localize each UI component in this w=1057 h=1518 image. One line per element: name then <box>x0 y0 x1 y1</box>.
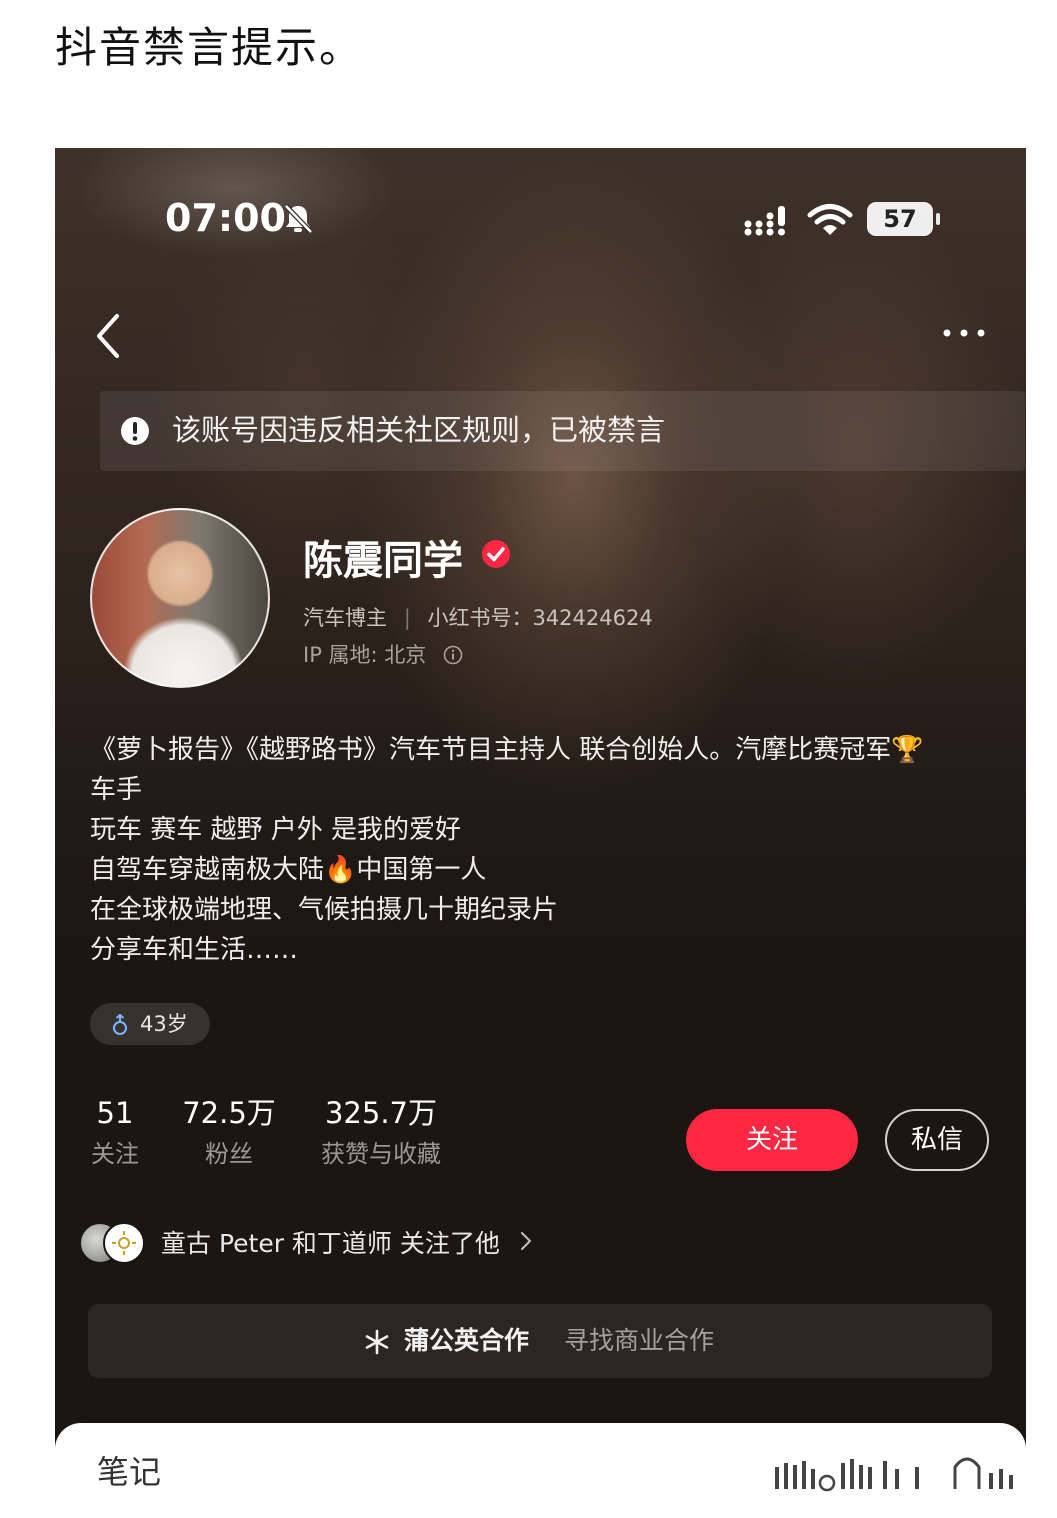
stat-label: 粉丝 <box>205 1140 253 1168</box>
mute-notice-text: 该账号因违反相关社区规则，已被禁言 <box>172 413 666 447</box>
mutual-followers-text[interactable]: 童古 Peter 和丁道师 关注了他 <box>161 1224 500 1260</box>
bio-line: 《萝卜报告》《越野路书》汽车节目主持人 联合创始人。汽摩比赛冠军🏆 <box>90 735 924 765</box>
chevron-right-icon[interactable] <box>519 1230 533 1252</box>
sun-icon <box>112 1231 136 1255</box>
account-id: 小红书号：342424624 <box>427 606 653 630</box>
bio-line: 在全球极端地理、气候拍摄几十期纪录片 <box>90 895 559 925</box>
status-time: 07:00 <box>165 196 286 240</box>
message-button[interactable]: 私信 <box>885 1109 989 1171</box>
profile-bio: 《萝卜报告》《越野路书》汽车节目主持人 联合创始人。汽摩比赛冠军🏆 车手 玩车 … <box>90 730 1010 970</box>
stat-label: 关注 <box>91 1140 139 1168</box>
dandelion-icon <box>365 1329 389 1355</box>
info-icon[interactable] <box>443 645 463 665</box>
signal-icon <box>744 206 785 236</box>
stat-likes-collections[interactable]: 325.7万 获赞与收藏 <box>310 1094 452 1172</box>
age-text: 43岁 <box>140 1012 188 1036</box>
avatar[interactable] <box>90 508 270 688</box>
age-tag: 43岁 <box>90 1003 210 1045</box>
stat-following[interactable]: 51 关注 <box>80 1094 150 1172</box>
bio-line: 车手 <box>90 775 143 805</box>
stat-value: 325.7万 <box>324 1096 438 1130</box>
tab-notes[interactable]: 笔记 <box>97 1447 161 1493</box>
battery-icon: 57 <box>867 202 940 236</box>
warning-icon <box>121 417 149 445</box>
back-arrow-icon[interactable] <box>93 312 123 360</box>
stat-label: 获赞与收藏 <box>321 1140 441 1168</box>
cooperation-bar[interactable]: 蒲公英合作 寻找商业合作 <box>88 1304 992 1378</box>
profile-role: 汽车博主 | 小红书号：342424624 <box>303 602 653 632</box>
profile-name: 陈震同学 <box>303 538 463 584</box>
bio-line: 玩车 赛车 越野 户外 是我的爱好 <box>90 815 462 845</box>
role-label: 汽车博主 <box>303 606 387 630</box>
post-heading: 抖音禁言提示。 <box>55 23 364 72</box>
mute-notice-banner: 该账号因违反相关社区规则，已被禁言 <box>100 391 1025 471</box>
phone-screenshot: 07:00 57 该账号因违反相关社区规则，已被禁言 陈震同学 汽车博主 | 小… <box>55 148 1026 1518</box>
stat-value: 72.5万 <box>182 1096 276 1130</box>
mutual-avatar <box>103 1222 145 1264</box>
watermark-icon <box>775 1457 1013 1492</box>
ip-location: IP 属地: 北京 <box>303 639 463 669</box>
wifi-icon <box>807 204 853 235</box>
battery-level: 57 <box>883 205 917 233</box>
verified-badge-icon <box>482 540 510 568</box>
stat-followers[interactable]: 72.5万 粉丝 <box>170 1094 288 1172</box>
divider: | <box>403 606 411 630</box>
bio-line: 自驾车穿越南极大陆🔥中国第一人 <box>90 855 487 885</box>
cooperation-title: 蒲公英合作 <box>404 1326 530 1355</box>
stat-value: 51 <box>96 1096 134 1130</box>
bio-line: 分享车和生活…… <box>90 935 299 965</box>
cooperation-subtitle: 寻找商业合作 <box>564 1326 715 1355</box>
more-options-icon[interactable] <box>941 326 987 340</box>
follow-button[interactable]: 关注 <box>686 1109 858 1171</box>
male-gender-icon <box>113 1014 127 1035</box>
ip-location-text: IP 属地: 北京 <box>303 643 427 667</box>
mute-bell-icon <box>284 204 313 234</box>
content-tabs-sheet: 笔记 <box>55 1423 1026 1518</box>
